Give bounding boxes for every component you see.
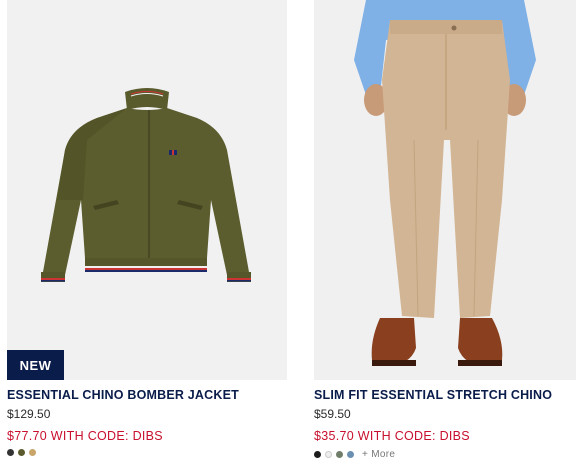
color-swatches: + More [314,449,576,460]
promo-price: $77.70 WITH CODE: DIBS [7,429,163,443]
product-image[interactable]: NEW [7,0,287,380]
product-name[interactable]: SLIM FIT ESSENTIAL STRETCH CHINO [314,388,576,402]
more-colors-link[interactable]: + More [362,449,395,460]
product-name[interactable]: ESSENTIAL CHINO BOMBER JACKET [7,388,287,402]
color-swatch[interactable] [347,451,354,458]
original-price: $129.50 [7,407,51,421]
product-card-chino[interactable]: SLIM FIT ESSENTIAL STRETCH CHINO $59.50 … [314,0,576,460]
color-swatch[interactable] [18,449,25,456]
color-swatch[interactable] [7,449,14,456]
chino-pants-image [354,0,536,366]
new-badge: NEW [7,350,64,380]
product-card-bomber-jacket[interactable]: NEW ESSENTIAL CHINO BOMBER JACKET $129.5… [7,0,287,456]
promo-price: $35.70 WITH CODE: DIBS [314,429,470,443]
jacket-image [41,88,251,282]
color-swatch[interactable] [336,451,343,458]
color-swatch[interactable] [325,451,332,458]
product-image[interactable] [314,0,576,380]
original-price: $59.50 [314,407,351,421]
color-swatch[interactable] [314,451,321,458]
color-swatch[interactable] [29,449,36,456]
color-swatches [7,449,287,456]
